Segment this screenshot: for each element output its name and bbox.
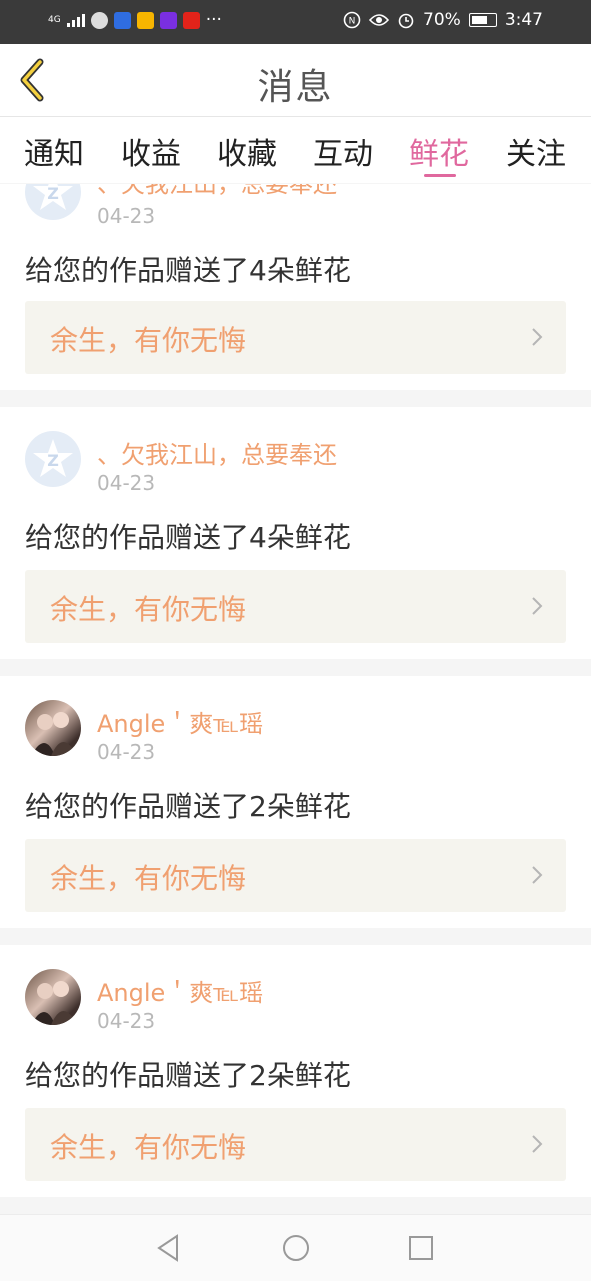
message-icon — [90, 11, 108, 29]
message-date: 04-23 — [97, 740, 156, 764]
more-notifications: ··· — [205, 10, 222, 30]
weibo-icon — [136, 11, 154, 29]
sender-name[interactable]: 、欠我江山，总要奉还 — [97, 184, 337, 199]
work-link[interactable]: 余生，有你无悔 — [25, 1108, 566, 1181]
status-bar: 4G ··· N 70% 3:47 — [0, 0, 591, 44]
svg-text:Z: Z — [47, 451, 59, 470]
list-item: Z 、欠我江山，总要奉还 04-23 给您的作品赠送了4朵鲜花 余生，有你无悔 — [0, 184, 591, 390]
avatar[interactable] — [25, 700, 81, 756]
tab-earnings[interactable]: 收益 — [111, 129, 191, 173]
eye-icon — [369, 14, 390, 26]
work-title: 余生，有你无悔 — [50, 324, 247, 357]
message-text: 给您的作品赠送了2朵鲜花 — [25, 790, 351, 823]
photo-avatar-icon — [31, 981, 77, 1025]
baidu-icon — [113, 11, 131, 29]
message-text: 给您的作品赠送了2朵鲜花 — [25, 1059, 351, 1092]
message-list[interactable]: Z 、欠我江山，总要奉还 04-23 给您的作品赠送了4朵鲜花 余生，有你无悔 … — [0, 184, 591, 1214]
list-item: Z 、欠我江山，总要奉还 04-23 给您的作品赠送了4朵鲜花 余生，有你无悔 — [0, 407, 591, 659]
chevron-right-icon — [532, 866, 543, 884]
system-nav-bar — [0, 1214, 591, 1281]
list-item: Angle＇爽℡瑶 04-23 给您的作品赠送了2朵鲜花 余生，有你无悔 — [0, 945, 591, 1197]
svg-text:N: N — [349, 17, 356, 27]
tab-interaction[interactable]: 互动 — [303, 129, 383, 173]
tab-notice[interactable]: 通知 — [14, 129, 94, 173]
recents-square-icon[interactable] — [406, 1233, 436, 1263]
default-z-avatar-icon: Z — [33, 439, 73, 477]
tab-flowers[interactable]: 鲜花 — [399, 129, 479, 173]
photo-avatar-icon — [31, 712, 77, 756]
clock: 3:47 — [504, 10, 543, 30]
work-title: 余生，有你无悔 — [50, 1131, 247, 1164]
battery-percent: 70% — [423, 10, 461, 30]
status-right: N 70% 3:47 — [343, 10, 543, 30]
message-text: 给您的作品赠送了4朵鲜花 — [25, 254, 351, 287]
avatar[interactable]: Z — [25, 184, 81, 220]
work-link[interactable]: 余生，有你无悔 — [25, 301, 566, 374]
work-title: 余生，有你无悔 — [50, 593, 247, 626]
chevron-right-icon — [532, 328, 543, 346]
chevron-right-icon — [532, 1135, 543, 1153]
svg-text:Z: Z — [47, 184, 59, 203]
page-title: 消息 — [257, 67, 334, 108]
chevron-right-icon — [532, 597, 543, 615]
work-link[interactable]: 余生，有你无悔 — [25, 570, 566, 643]
alarm-icon — [398, 13, 414, 29]
message-date: 04-23 — [97, 1009, 156, 1033]
list-item: Angle＇爽℡瑶 04-23 给您的作品赠送了2朵鲜花 余生，有你无悔 — [0, 676, 591, 928]
message-date: 04-23 — [97, 204, 156, 228]
tab-bar: 通知 收益 收藏 互动 鲜花 关注 — [0, 117, 591, 183]
battery-icon — [468, 13, 497, 27]
avatar[interactable]: Z — [25, 431, 81, 487]
back-triangle-icon[interactable] — [154, 1233, 184, 1263]
work-link[interactable]: 余生，有你无悔 — [25, 839, 566, 912]
avatar[interactable] — [25, 969, 81, 1025]
status-left: 4G ··· — [48, 10, 222, 30]
sender-name[interactable]: 、欠我江山，总要奉还 — [97, 435, 337, 470]
home-circle-icon[interactable] — [281, 1233, 311, 1263]
default-z-avatar-icon: Z — [33, 184, 73, 210]
network-label: 4G — [48, 14, 61, 25]
app-icon — [182, 11, 200, 29]
signal-icon — [66, 14, 85, 27]
video-icon — [159, 11, 177, 29]
active-tab-indicator — [424, 174, 456, 177]
message-date: 04-23 — [97, 471, 156, 495]
sender-name[interactable]: Angle＇爽℡瑶 — [97, 973, 263, 1008]
sender-name[interactable]: Angle＇爽℡瑶 — [97, 704, 263, 739]
nfc-icon: N — [343, 11, 361, 29]
tab-follow[interactable]: 关注 — [496, 129, 576, 173]
work-title: 余生，有你无悔 — [50, 862, 247, 895]
tab-favorites[interactable]: 收藏 — [207, 129, 287, 173]
app-header: 消息 — [0, 44, 591, 117]
message-text: 给您的作品赠送了4朵鲜花 — [25, 521, 351, 554]
